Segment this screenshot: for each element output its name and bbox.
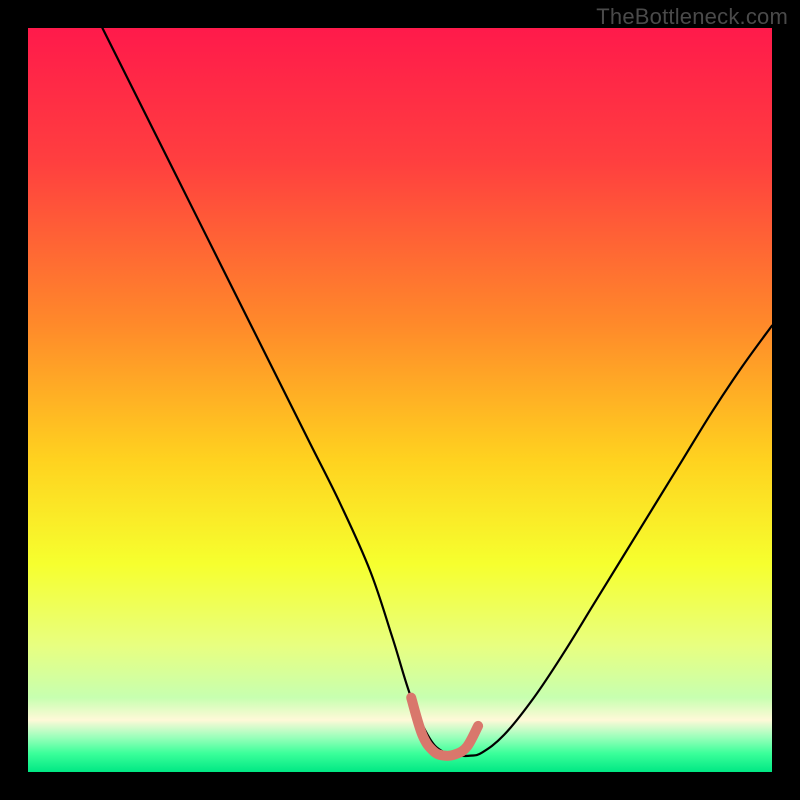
chart-frame: TheBottleneck.com [0, 0, 800, 800]
bottleneck-chart [0, 0, 800, 800]
watermark-text: TheBottleneck.com [596, 4, 788, 30]
